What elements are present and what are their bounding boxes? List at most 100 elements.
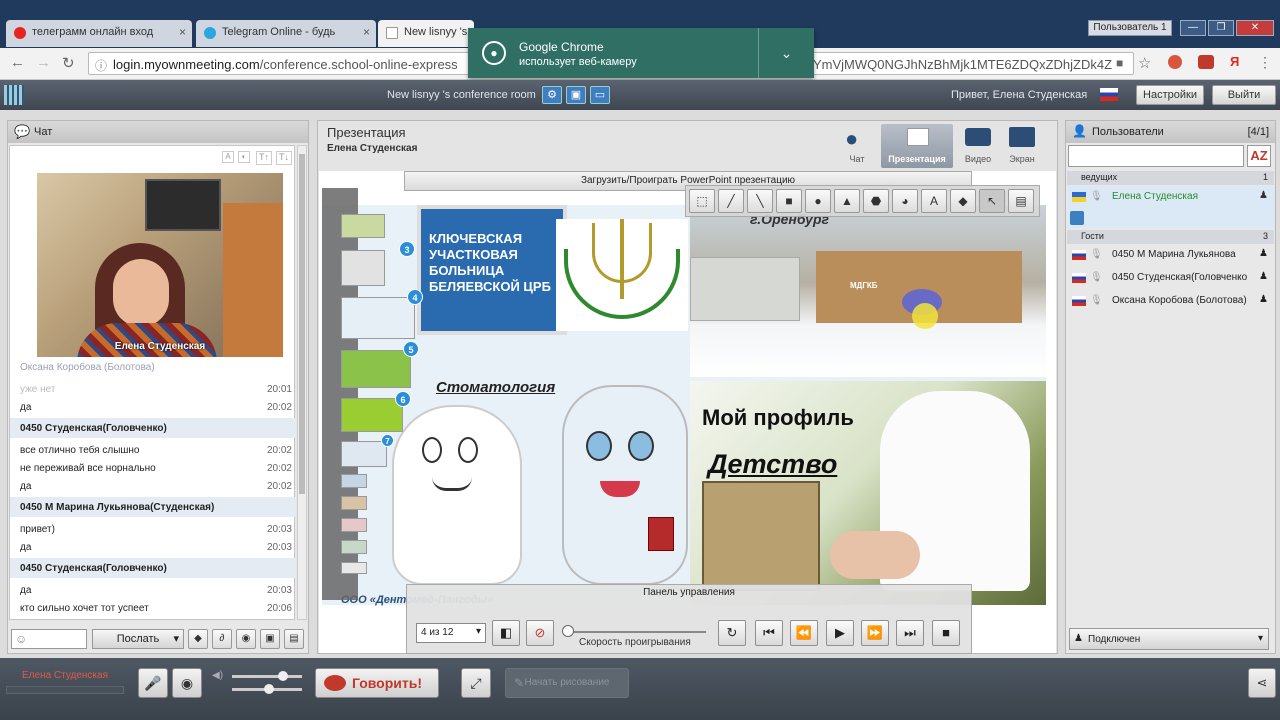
microphone-icon[interactable]: 🎤 bbox=[138, 668, 168, 698]
eraser-icon[interactable]: ◆ bbox=[188, 629, 208, 649]
save-icon[interactable]: ▤ bbox=[284, 629, 304, 649]
send-button[interactable]: Послать ▾ bbox=[92, 629, 184, 649]
mode-presentation[interactable]: Презентация bbox=[881, 124, 953, 168]
chevron-down-icon[interactable]: ▾ bbox=[173, 630, 179, 648]
user-search-input[interactable] bbox=[1068, 145, 1244, 167]
slide-thumbnail[interactable] bbox=[341, 474, 367, 488]
eye-icon[interactable]: ◉ bbox=[236, 629, 256, 649]
mic-icon[interactable]: 🎙 bbox=[1090, 249, 1103, 260]
pen-icon[interactable]: ╱ bbox=[718, 189, 744, 213]
start-drawing-button[interactable]: ✎ Начать рисование bbox=[505, 668, 629, 698]
slide-thumbnail[interactable] bbox=[341, 540, 367, 554]
chevron-down-icon[interactable]: ▾ bbox=[476, 626, 481, 637]
mode-screen[interactable]: Экран bbox=[1001, 124, 1043, 168]
fullscreen-icon[interactable]: ⤢ bbox=[461, 668, 491, 698]
fast-forward-icon[interactable]: ⏩ bbox=[861, 620, 889, 646]
user-row-host[interactable]: 🎙 Елена Студенская ♟ bbox=[1068, 186, 1274, 208]
slide-thumbnail[interactable] bbox=[341, 562, 367, 574]
back-icon[interactable]: ← bbox=[10, 54, 25, 71]
profile-button[interactable]: Пользователь 1 bbox=[1088, 20, 1172, 36]
user-row-guest[interactable]: 🎙 Оксана Коробова (Болотова) ♟ bbox=[1068, 290, 1274, 312]
chat-scrollbar[interactable] bbox=[297, 145, 307, 620]
user-row-guest[interactable]: 🎙 0450 М Марина Лукьянова ♟ bbox=[1068, 244, 1274, 266]
user-row-guest[interactable]: 🎙 0450 Студенская(Головченко ♟ bbox=[1068, 267, 1274, 289]
slide-thumbnail[interactable] bbox=[341, 350, 411, 388]
page-select[interactable]: 4 из 12 ▾ bbox=[416, 623, 486, 643]
last-slide-icon[interactable]: ⏭ bbox=[896, 620, 924, 646]
chat-input[interactable]: ☺ bbox=[11, 629, 87, 649]
play-icon[interactable]: ▶ bbox=[826, 620, 854, 646]
chevron-down-icon[interactable]: ⌄ bbox=[758, 28, 814, 78]
font-small-icon[interactable]: A bbox=[222, 151, 234, 163]
scrollbar-thumb[interactable] bbox=[299, 154, 305, 494]
minimize-button[interactable]: — bbox=[1180, 20, 1206, 36]
star-icon[interactable]: ☆ bbox=[1138, 54, 1151, 72]
mode-chat[interactable]: ● Чат bbox=[836, 124, 878, 168]
slide-thumbnail[interactable] bbox=[341, 250, 385, 286]
volume-thumb[interactable] bbox=[278, 671, 288, 681]
triangle-icon[interactable]: ▲ bbox=[834, 189, 860, 213]
yandex-icon[interactable]: Я bbox=[1230, 54, 1239, 69]
camera-icon[interactable]: ■ bbox=[1116, 56, 1123, 70]
gear-icon[interactable]: ⚙ bbox=[542, 86, 562, 104]
mic-icon[interactable]: 🎙 bbox=[1090, 191, 1103, 202]
slide-thumbnail-current[interactable] bbox=[341, 297, 415, 339]
forward-icon[interactable]: → bbox=[36, 54, 51, 71]
thumbnails-toggle-icon[interactable]: ◧ bbox=[492, 620, 520, 646]
menu-icon[interactable]: ⋮ bbox=[1258, 54, 1272, 71]
eraser-icon[interactable]: ◆ bbox=[950, 189, 976, 213]
tab-conference[interactable]: New lisnyy 's bbox=[378, 20, 474, 47]
reload-icon[interactable]: ↻ bbox=[718, 620, 746, 646]
window-icon[interactable]: ▭ bbox=[590, 86, 610, 104]
lock-icon[interactable]: ▣ bbox=[566, 86, 586, 104]
reload-icon[interactable]: ↻ bbox=[62, 54, 75, 72]
text-tool-icon[interactable]: A bbox=[921, 189, 947, 213]
status-select[interactable]: ♟ Подключен ▾ bbox=[1069, 628, 1269, 650]
pointer-icon[interactable]: ↖ bbox=[979, 189, 1005, 213]
slide-thumbnail[interactable] bbox=[341, 441, 387, 467]
save-icon[interactable]: ▤ bbox=[1008, 189, 1034, 213]
text-format-icon[interactable]: T↓ bbox=[276, 151, 292, 165]
share-icon[interactable]: ⋖ bbox=[1248, 668, 1276, 698]
page-info-icon[interactable]: ⓘ bbox=[95, 57, 107, 74]
attach-icon[interactable]: ∂ bbox=[212, 629, 232, 649]
close-icon[interactable]: × bbox=[179, 25, 186, 39]
hexagon-icon[interactable]: ⬣ bbox=[863, 189, 889, 213]
volume-slider[interactable] bbox=[232, 675, 302, 678]
slide-thumbnail[interactable] bbox=[341, 518, 367, 532]
mic-icon[interactable]: 🎙 bbox=[1090, 295, 1103, 306]
tab-telegram-online[interactable]: Telegram Online - будь × bbox=[196, 20, 376, 47]
speed-slider-thumb[interactable] bbox=[562, 625, 574, 637]
color-fill-icon[interactable]: ◕ bbox=[892, 189, 918, 213]
stop-icon[interactable]: ■ bbox=[932, 620, 960, 646]
adblock-icon[interactable] bbox=[1198, 55, 1214, 69]
select-rect-icon[interactable]: ⬚ bbox=[689, 189, 715, 213]
tab-telegram-search[interactable]: телеграмм онлайн вход × bbox=[6, 20, 192, 47]
lock-icon[interactable]: ▣ bbox=[260, 629, 280, 649]
exit-button[interactable]: Выйти bbox=[1212, 85, 1276, 105]
control-icon[interactable] bbox=[1070, 211, 1084, 225]
talk-button[interactable]: Говорить! bbox=[315, 668, 439, 698]
rewind-icon[interactable]: ⏪ bbox=[790, 620, 818, 646]
first-slide-icon[interactable]: ⏮ bbox=[755, 620, 783, 646]
color-icon[interactable]: ◐ bbox=[238, 151, 250, 163]
extension-icon[interactable] bbox=[1168, 55, 1182, 69]
chevron-down-icon[interactable]: ▾ bbox=[1258, 633, 1263, 644]
line-icon[interactable]: ╲ bbox=[747, 189, 773, 213]
mic-icon[interactable]: 🎙 bbox=[1090, 272, 1103, 283]
webcam-toggle-icon[interactable]: ◉ bbox=[172, 668, 202, 698]
text-format-icon[interactable]: T↑ bbox=[256, 151, 272, 165]
mic-thumb[interactable] bbox=[264, 684, 274, 694]
hosts-section[interactable]: ведущих 1 bbox=[1067, 171, 1274, 185]
russia-flag-icon[interactable] bbox=[1100, 88, 1118, 101]
circle-icon[interactable]: ● bbox=[805, 189, 831, 213]
mode-video[interactable]: Видео bbox=[957, 124, 999, 168]
settings-button[interactable]: Настройки bbox=[1136, 85, 1204, 105]
smiley-icon[interactable]: ☺ bbox=[15, 632, 27, 646]
clear-drawing-icon[interactable]: ⊘ bbox=[526, 620, 554, 646]
sort-icon[interactable]: AZ bbox=[1247, 145, 1271, 167]
slide-thumbnail[interactable] bbox=[341, 398, 403, 432]
close-window-button[interactable]: ✕ bbox=[1236, 20, 1274, 36]
rectangle-icon[interactable]: ■ bbox=[776, 189, 802, 213]
slide-thumbnail[interactable] bbox=[341, 496, 367, 510]
